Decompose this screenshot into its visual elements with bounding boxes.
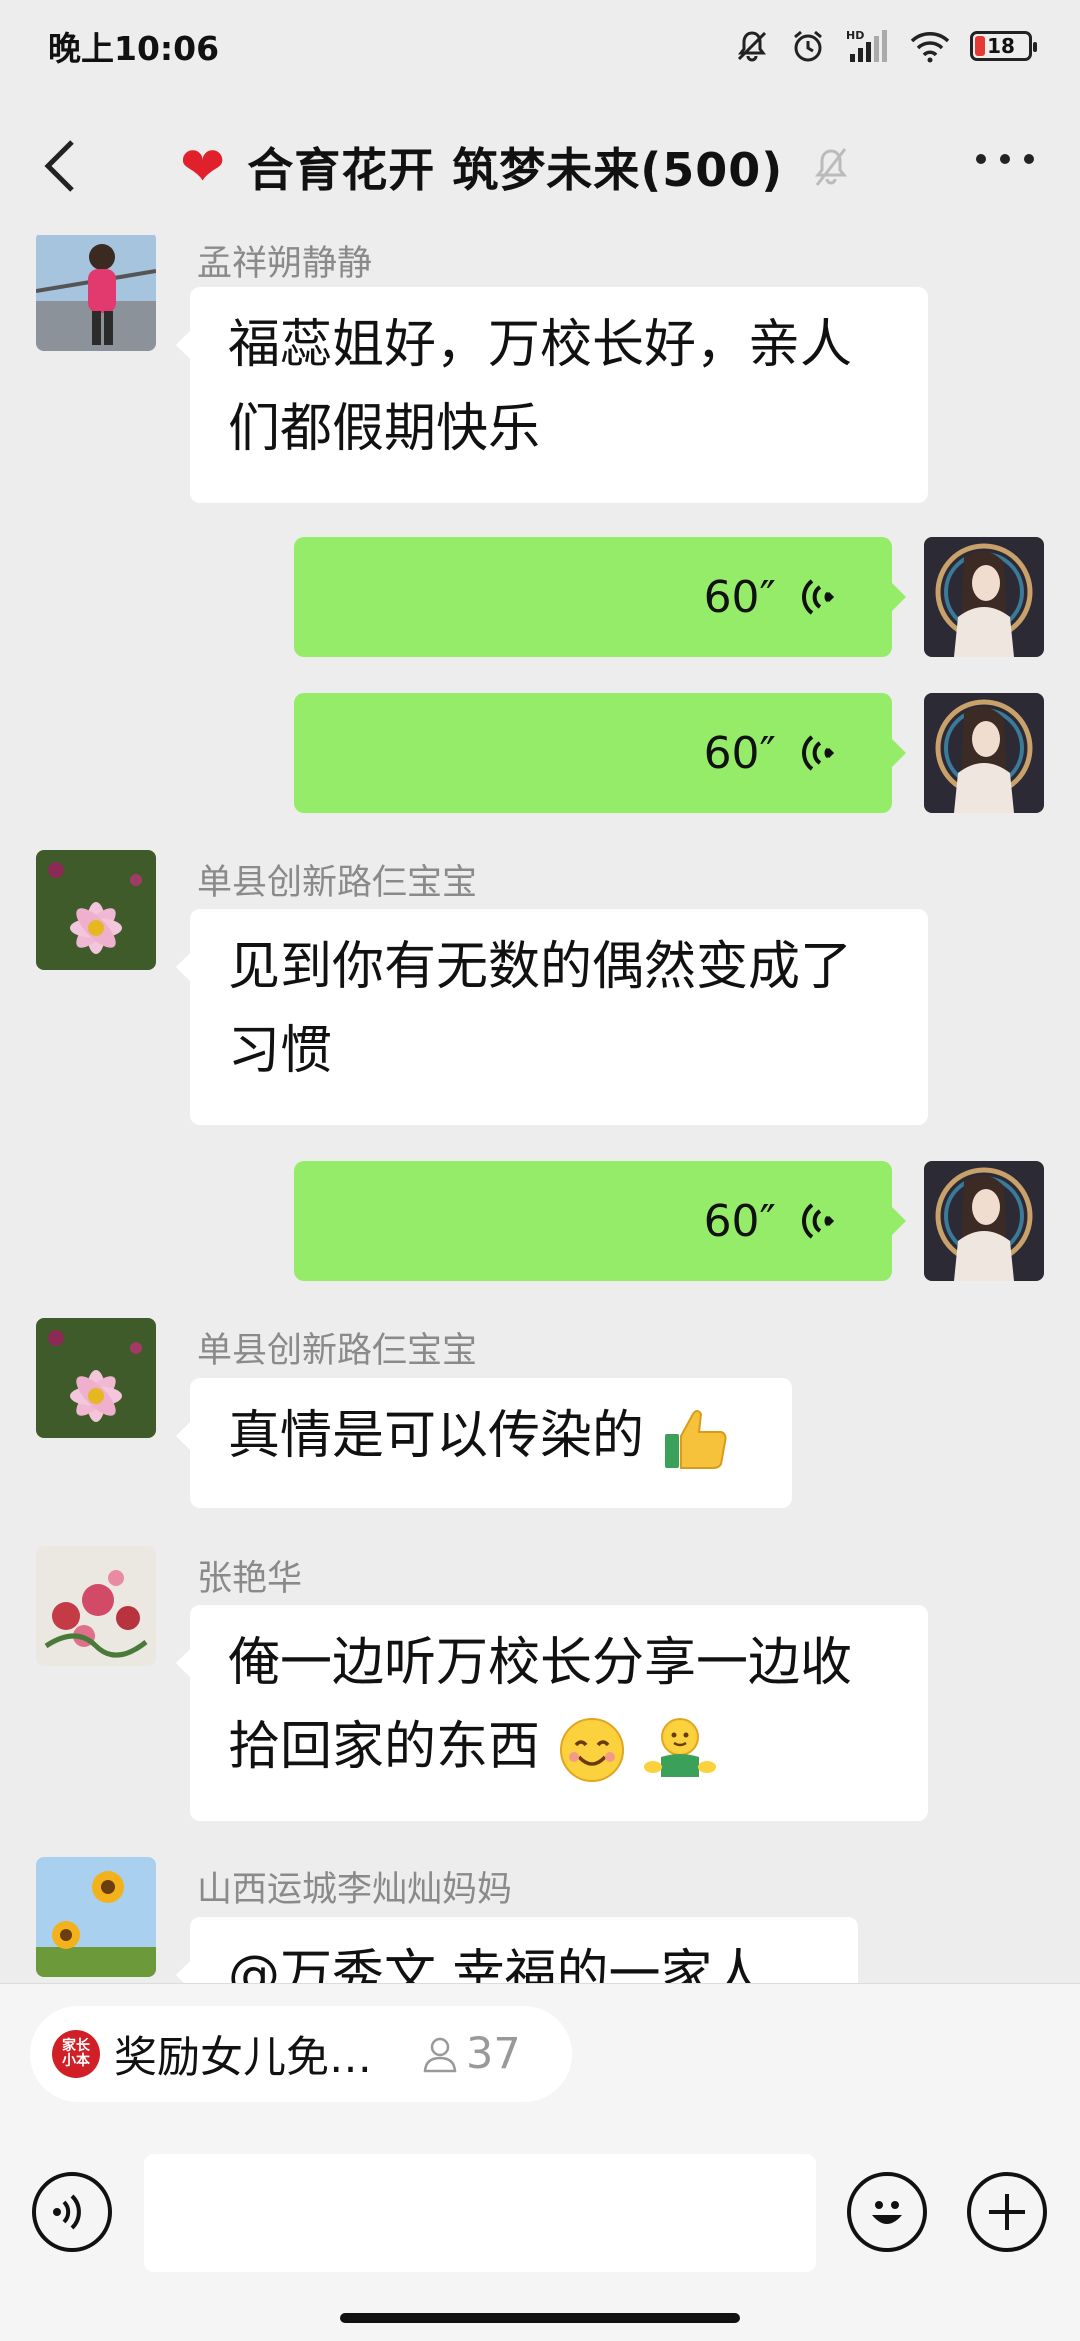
wifi-icon: [910, 32, 950, 63]
voice-input-button[interactable]: [32, 2172, 112, 2252]
text-message-bubble[interactable]: 真情是可以传染的: [176, 1378, 792, 1508]
status-icons: HD 18: [734, 28, 1037, 64]
message-text-line: @万秀文 幸福的一家人: [228, 1945, 765, 1983]
voice-message-bubble[interactable]: 60″: [294, 1161, 906, 1281]
voice-icon: [53, 2194, 81, 2230]
voice-message-bubble[interactable]: 60″: [294, 537, 906, 657]
avatar[interactable]: [36, 1318, 156, 1438]
live-session-title: 奖励女儿免…: [114, 2033, 372, 2083]
viewer-count-value: 37: [466, 2029, 521, 2079]
sender-name: 山西运城李灿灿妈妈: [197, 1870, 513, 1910]
text-message-bubble[interactable]: 俺一边听万校长分享一边收 拾回家的东西: [176, 1605, 928, 1821]
text-message-bubble[interactable]: @万秀文 幸福的一家人: [176, 1917, 858, 1983]
battery-level: 18: [987, 34, 1015, 58]
thumbs-up-emoji: [664, 1410, 727, 1469]
voice-wave-icon: [802, 1203, 834, 1239]
emoji-icon: [872, 2201, 902, 2224]
app-logo: 家长 小本: [52, 2030, 100, 2078]
avatar[interactable]: [36, 850, 156, 970]
message-text-line: 拾回家的东西: [228, 1717, 541, 1777]
message-list[interactable]: 孟祥朔静静 福蕊姐好，万校长好，亲人 们都假期快乐 60″ 60″ 单县创新路仨…: [0, 235, 1080, 1983]
voice-duration: 60″: [703, 1195, 776, 1247]
more-functions-button[interactable]: [967, 2172, 1047, 2252]
voice-message-bubble[interactable]: 60″: [294, 693, 906, 813]
smiling-face-emoji: [559, 1718, 624, 1782]
message-text-line: 见到你有无数的偶然变成了: [228, 937, 853, 997]
svg-text:HD: HD: [846, 29, 864, 42]
text-message-bubble[interactable]: 福蕊姐好，万校长好，亲人 们都假期快乐: [176, 287, 928, 503]
avatar[interactable]: [36, 1546, 156, 1666]
voice-wave-icon: [802, 579, 834, 615]
sender-name: 孟祥朔静静: [197, 244, 373, 284]
sender-name: 张艳华: [197, 1559, 303, 1599]
bottom-panel: 家长 小本 奖励女儿免… 37: [0, 1983, 1080, 2341]
message-text-line: 习惯: [228, 1021, 333, 1081]
my-avatar[interactable]: [924, 693, 1044, 813]
hug-emoji: [644, 1718, 717, 1777]
avatar[interactable]: [36, 235, 156, 351]
viewer-count: 37: [420, 2029, 521, 2079]
message-text-line: 福蕊姐好，万校长好，亲人: [228, 315, 853, 375]
message-text-line: 真情是可以传染的: [228, 1406, 645, 1466]
voice-duration: 60″: [703, 727, 776, 779]
sender-name: 单县创新路仨宝宝: [197, 1331, 478, 1371]
more-options-icon[interactable]: [976, 154, 1034, 164]
back-icon[interactable]: [38, 136, 86, 196]
live-session-pill[interactable]: 家长 小本 奖励女儿免… 37: [30, 2006, 572, 2102]
chat-title: 合育花开 筑梦未来(500): [247, 143, 784, 197]
status-time: 晚上10:06: [48, 29, 220, 68]
muted-bell-icon: [815, 148, 848, 186]
chat-header: ❤ 合育花开 筑梦未来(500): [0, 92, 1080, 242]
battery-icon: 18: [970, 31, 1037, 61]
alarm-icon: [794, 30, 822, 62]
heart-icon: ❤: [180, 135, 226, 198]
sender-name: 单县创新路仨宝宝: [197, 863, 478, 903]
message-text-line: 们都假期快乐: [228, 399, 541, 459]
chat-title-group[interactable]: ❤ 合育花开 筑梦未来(500): [180, 132, 851, 202]
home-indicator[interactable]: [340, 2313, 740, 2323]
status-bar: 晚上10:06 HD 18: [0, 0, 1080, 92]
voice-duration: 60″: [703, 571, 776, 623]
avatar[interactable]: [36, 1857, 156, 1977]
plus-icon: [989, 2194, 1025, 2230]
text-message-bubble[interactable]: 见到你有无数的偶然变成了 习惯: [176, 909, 928, 1125]
person-icon: [423, 2037, 457, 2073]
voice-wave-icon: [802, 735, 834, 771]
my-avatar[interactable]: [924, 1161, 1044, 1281]
emoji-button[interactable]: [847, 2172, 927, 2252]
my-avatar[interactable]: [924, 537, 1044, 657]
signal-hd-icon: HD: [846, 29, 887, 62]
message-text-line: 俺一边听万校长分享一边收: [228, 1633, 853, 1693]
mute-notification-icon: [737, 31, 767, 62]
message-input[interactable]: [144, 2154, 816, 2272]
